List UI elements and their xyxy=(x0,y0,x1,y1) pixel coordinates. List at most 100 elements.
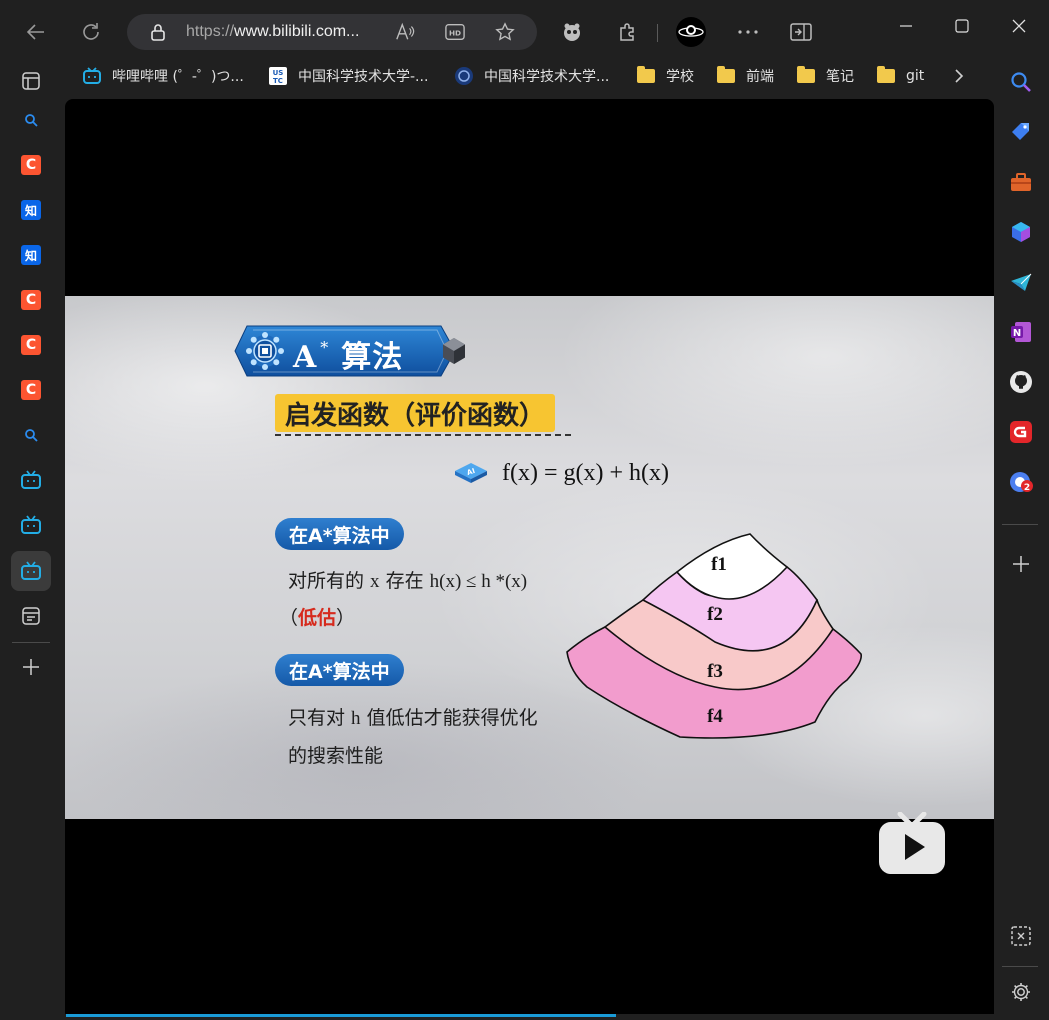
bookmark-folder-frontend[interactable]: 前端 xyxy=(716,64,774,88)
back-arrow-icon xyxy=(26,24,44,40)
bookmarks-overflow-button[interactable] xyxy=(952,64,966,88)
extensions-puzzle-icon[interactable] xyxy=(612,16,644,48)
sidebar-toggle-icon[interactable] xyxy=(785,16,817,48)
bookmark-folder-school[interactable]: 学校 xyxy=(636,64,694,88)
sidebar-search-button[interactable] xyxy=(1005,66,1037,98)
sidebar-add-button[interactable] xyxy=(1005,548,1037,580)
play-button[interactable] xyxy=(878,811,946,874)
hd-icon[interactable]: HD xyxy=(445,22,465,42)
sidebar-shopping-button[interactable] xyxy=(1005,116,1037,148)
csdn-icon: C xyxy=(21,290,41,310)
url-host: www.bilibili.com... xyxy=(234,23,360,40)
tab-csdn[interactable]: C xyxy=(11,325,51,365)
sidebar-g-extension-button[interactable] xyxy=(1005,416,1037,448)
profile-avatar[interactable] xyxy=(675,16,707,48)
tab-zhihu[interactable]: 知 xyxy=(11,190,51,230)
video-progress-bar[interactable] xyxy=(66,1014,616,1017)
maximize-button[interactable] xyxy=(944,12,980,40)
tab-zhihu[interactable]: 知 xyxy=(11,235,51,275)
tab-csdn[interactable]: C xyxy=(11,145,51,185)
bilibili-icon xyxy=(21,561,41,580)
favorite-star-icon[interactable] xyxy=(495,22,515,42)
csdn-icon: C xyxy=(21,155,41,175)
bookmark-label: 中国科学技术大学-... xyxy=(298,69,429,85)
note-close-paren: ） xyxy=(336,607,356,629)
tabs-divider xyxy=(12,642,50,643)
folder-icon xyxy=(876,66,896,85)
lock-icon[interactable] xyxy=(148,22,168,42)
bookmark-label: 学校 xyxy=(666,69,694,85)
bookmark-bilibili[interactable]: 哔哩哔哩 (゜-゜)つ... xyxy=(82,64,244,88)
tab-bilibili[interactable] xyxy=(11,460,51,500)
zhihu-icon: 知 xyxy=(21,245,41,265)
search-icon xyxy=(1011,72,1031,92)
sidebar-onenote-button[interactable]: N xyxy=(1005,316,1037,348)
condition-text-b: 存在 xyxy=(379,570,430,592)
sidebar-divider xyxy=(1002,966,1038,967)
bookmark-label: 中国科学技术大学... xyxy=(484,69,610,85)
back-button[interactable] xyxy=(18,14,54,50)
minimize-button[interactable] xyxy=(888,12,924,40)
underestimate-note: （低估） xyxy=(279,603,355,630)
new-tab-button[interactable] xyxy=(11,647,51,687)
hexagon-gem-icon xyxy=(443,338,465,364)
bookmark-ustc-2[interactable]: 中国科学技术大学... xyxy=(454,64,609,88)
tab-bilibili[interactable] xyxy=(11,505,51,545)
ai-book-icon: AI xyxy=(455,463,487,483)
condition-text-a: 对所有的 xyxy=(288,570,371,592)
bookmark-ustc[interactable]: US TC 中国科学技术大学-... xyxy=(268,64,428,88)
close-icon xyxy=(1012,19,1026,33)
tampermonkey-extension-icon[interactable] xyxy=(556,16,588,48)
slide-heading: 启发函数（评价函数） xyxy=(275,394,556,432)
slide-title-main: A xyxy=(293,340,318,375)
folder-icon xyxy=(796,66,816,85)
sidebar-github-button[interactable] xyxy=(1005,366,1037,398)
condition-text: 对所有的 x 存在 h(x) ≤ h *(x) xyxy=(288,566,527,593)
bookmark-folder-git[interactable]: git xyxy=(876,64,924,88)
bookmark-folder-notes[interactable]: 笔记 xyxy=(796,64,854,88)
url-text[interactable]: https://www.bilibili.com... xyxy=(186,23,359,41)
sidebar-divider xyxy=(1002,524,1038,525)
bilibili-play-icon xyxy=(879,811,945,874)
slide-title: A * 算法 xyxy=(293,332,403,376)
heuristic-layers-diagram: f1 f2 f3 f4 xyxy=(566,533,863,739)
layer-label-f1: f1 xyxy=(711,554,727,575)
sidebar-screenshot-button[interactable] xyxy=(1005,920,1037,952)
tab-search[interactable] xyxy=(11,415,51,455)
more-menu-icon[interactable] xyxy=(732,16,764,48)
folder-icon xyxy=(636,66,656,85)
bookmark-label: 笔记 xyxy=(826,69,854,85)
tab-bilibili-active[interactable] xyxy=(11,551,51,591)
bilibili-icon xyxy=(21,515,41,534)
sidebar-tools-button[interactable] xyxy=(1005,166,1037,198)
optimality-text-line2: 的搜索性能 xyxy=(288,745,384,767)
address-bar[interactable]: https://www.bilibili.com... HD xyxy=(127,14,537,50)
badge-count: 2 xyxy=(1024,483,1030,493)
tab-csdn[interactable]: C xyxy=(11,370,51,410)
sidebar-copilot-button[interactable] xyxy=(1005,216,1037,248)
sidebar-settings-button[interactable] xyxy=(1005,976,1037,1008)
search-icon xyxy=(25,429,38,442)
g-logo-icon xyxy=(1010,421,1032,443)
sidebar-notification-button[interactable]: 2 xyxy=(1005,466,1037,498)
refresh-button[interactable] xyxy=(73,14,109,50)
github-icon xyxy=(1010,371,1032,393)
sidebar-send-button[interactable] xyxy=(1005,266,1037,298)
tab-csdn[interactable]: C xyxy=(11,280,51,320)
copilot-icon xyxy=(1012,222,1030,242)
condition-var-x: x xyxy=(370,571,380,592)
csdn-icon: C xyxy=(21,335,41,355)
read-aloud-icon[interactable] xyxy=(395,22,415,42)
plus-icon xyxy=(23,659,39,675)
video-player[interactable]: A * 算法 启发函数（评价函数） AI f(x) = g(x) + h(x) 在A… xyxy=(65,99,994,1014)
section-pill-2: 在A*算法中 xyxy=(275,654,404,686)
folder-icon xyxy=(716,66,736,85)
tab-actions-button[interactable] xyxy=(11,61,51,101)
tab-search[interactable] xyxy=(11,100,51,140)
layer-label-f3: f3 xyxy=(707,661,723,682)
tab-collections[interactable] xyxy=(11,596,51,636)
close-window-button[interactable] xyxy=(1001,12,1037,40)
optimality-text-line1: 只有对 h 值低估才能获得优化 xyxy=(288,703,538,730)
vertical-tabs: C 知 知 C C C xyxy=(0,62,62,1020)
layer-label-f2: f2 xyxy=(707,604,723,625)
